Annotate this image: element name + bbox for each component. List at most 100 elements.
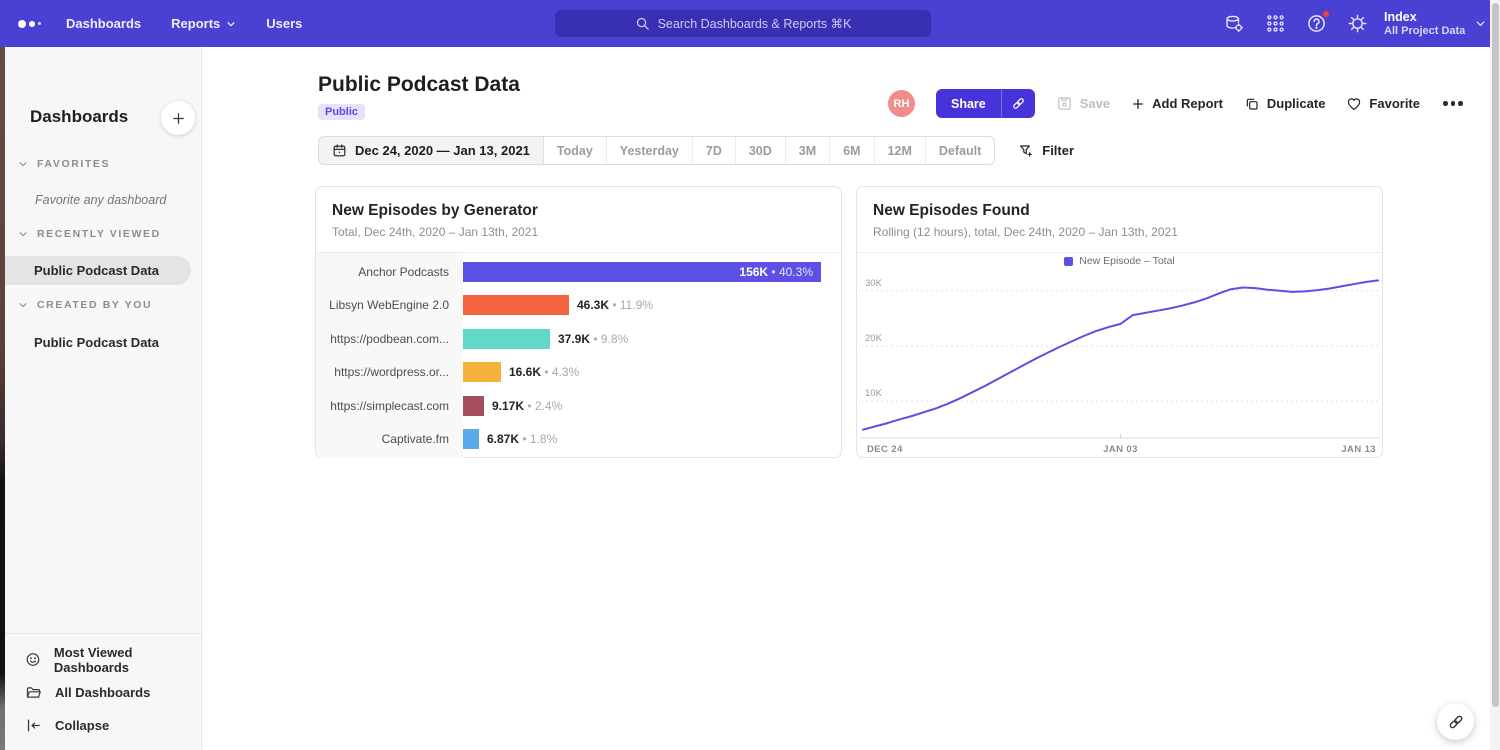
collapse-left-icon: [25, 717, 42, 734]
chevron-down-icon: [18, 159, 28, 169]
bar-chart: Anchor Podcasts 156K • 40.3% Libsyn WebEng…: [316, 253, 841, 458]
folder-icon: [25, 684, 42, 701]
bar-row[interactable]: Captivate.fm 6.87K • 1.8%: [316, 424, 841, 454]
scrollbar-thumb[interactable]: [1492, 3, 1499, 707]
svg-text:30K: 30K: [865, 278, 883, 289]
bar-row[interactable]: https://podbean.com...37.9K • 9.8%: [316, 324, 841, 354]
preset-7d[interactable]: 7D: [693, 137, 736, 164]
bar-track: 6.87K • 1.8%: [463, 429, 841, 449]
bar-track: 16.6K • 4.3%: [463, 362, 841, 382]
search-placeholder: Search Dashboards & Reports ⌘K: [658, 16, 852, 31]
bar-segment[interactable]: [463, 329, 550, 349]
bar-row[interactable]: https://wordpress.or...16.6K • 4.3%: [316, 357, 841, 387]
card-title: New Episodes Found: [873, 202, 1366, 220]
preset-today[interactable]: Today: [544, 137, 607, 164]
add-dashboard-button[interactable]: [161, 101, 195, 135]
card-new-episodes-by-generator: New Episodes by Generator Total, Dec 24t…: [315, 186, 842, 458]
bar-segment[interactable]: [463, 362, 501, 382]
favorite-button[interactable]: Favorite: [1346, 96, 1420, 112]
bar-value-label: 6.87K • 1.8%: [487, 432, 557, 446]
topbar-icons: [1224, 0, 1368, 47]
card-subtitle: Total, Dec 24th, 2020 – Jan 13th, 2021: [332, 225, 825, 239]
project-selector[interactable]: Index All Project Data: [1384, 0, 1486, 47]
visibility-badge: Public: [318, 104, 365, 120]
nav-reports[interactable]: Reports: [171, 16, 236, 31]
bar-value-label: 9.17K • 2.4%: [492, 399, 562, 413]
bar-segment[interactable]: 156K • 40.3%: [463, 262, 821, 282]
mixpanel-logo-icon[interactable]: [18, 0, 41, 47]
more-options-button[interactable]: [1441, 97, 1465, 110]
card-header[interactable]: New Episodes by Generator Total, Dec 24t…: [316, 187, 841, 253]
notification-dot: [1322, 10, 1330, 18]
nav-dashboards[interactable]: Dashboards: [66, 16, 141, 31]
preset-default[interactable]: Default: [926, 137, 994, 164]
page-title: Public Podcast Data: [318, 73, 520, 97]
preset-12m[interactable]: 12M: [875, 137, 926, 164]
bar-category-label: https://podbean.com...: [316, 332, 463, 346]
filter-button[interactable]: Filter: [1018, 143, 1074, 159]
share-button[interactable]: Share: [936, 89, 1001, 118]
bar-track: 9.17K • 2.4%: [463, 396, 841, 416]
section-recently-viewed[interactable]: RECENTLY VIEWED: [18, 228, 161, 240]
scrollbar-track[interactable]: [1490, 0, 1500, 750]
heart-icon: [1346, 96, 1362, 112]
section-created-by-you[interactable]: CREATED BY YOU: [18, 299, 152, 311]
preset-yesterday[interactable]: Yesterday: [607, 137, 693, 164]
bar-value-label: 156K • 40.3%: [739, 265, 813, 279]
add-report-button[interactable]: Add Report: [1131, 96, 1223, 111]
card-header[interactable]: New Episodes Found Rolling (12 hours), t…: [857, 187, 1382, 253]
help-icon[interactable]: [1306, 13, 1327, 34]
bar-segment[interactable]: [463, 429, 479, 449]
copy-share-link-button[interactable]: [1001, 89, 1035, 118]
favorites-empty-hint: Favorite any dashboard: [35, 193, 166, 207]
search-input[interactable]: Search Dashboards & Reports ⌘K: [555, 10, 931, 37]
top-nav: Dashboards Reports Users: [66, 0, 302, 47]
most-viewed-dashboards-button[interactable]: Most Viewed Dashboards: [5, 643, 201, 676]
bar-category-label: Captivate.fm: [316, 432, 463, 446]
preset-30d[interactable]: 30D: [736, 137, 786, 164]
floating-share-link-button[interactable]: [1437, 703, 1474, 740]
link-icon: [1447, 713, 1465, 731]
all-dashboards-button[interactable]: All Dashboards: [5, 676, 201, 709]
save-icon: [1056, 95, 1073, 112]
bar-rows: Anchor Podcasts 156K • 40.3% Libsyn WebEng…: [316, 253, 841, 458]
sidebar-footer: Most Viewed Dashboards All Dashboards Co…: [5, 633, 201, 750]
apps-grid-icon[interactable]: [1265, 13, 1286, 34]
toolbar: Dec 24, 2020 — Jan 13, 2021 Today Yester…: [318, 136, 1074, 165]
date-range-picker[interactable]: Dec 24, 2020 — Jan 13, 2021: [319, 137, 544, 164]
bar-category-label: Anchor Podcasts: [316, 265, 463, 279]
link-icon: [1011, 96, 1026, 111]
bar-row[interactable]: Libsyn WebEngine 2.046.3K • 11.9%: [316, 290, 841, 320]
preset-6m[interactable]: 6M: [830, 137, 874, 164]
line-chart-plot[interactable]: 10K20K30KDEC 24JAN 03JAN 13: [857, 253, 1384, 459]
sidebar-title: Dashboards: [30, 107, 128, 127]
duplicate-icon: [1244, 96, 1260, 112]
save-button[interactable]: Save: [1056, 95, 1110, 112]
chevron-down-icon: [226, 19, 236, 29]
app-root: Dashboards Reports Users Search Dashboar…: [0, 0, 1500, 750]
sidebar: Dashboards FAVORITES Favorite any dashbo…: [5, 47, 202, 750]
sidebar-item-public-podcast-data[interactable]: Public Podcast Data: [5, 256, 191, 285]
duplicate-button[interactable]: Duplicate: [1244, 96, 1326, 112]
funnel-plus-icon: [1018, 143, 1034, 159]
data-management-icon[interactable]: [1224, 13, 1245, 34]
avatar[interactable]: RH: [888, 90, 915, 117]
project-name: Index: [1384, 10, 1465, 25]
sidebar-item-public-podcast-data-created[interactable]: Public Podcast Data: [5, 328, 191, 357]
bar-segment[interactable]: [463, 295, 569, 315]
project-scope: All Project Data: [1384, 25, 1465, 38]
bar-category-label: https://wordpress.or...: [316, 365, 463, 379]
settings-icon[interactable]: [1347, 13, 1368, 34]
preset-3m[interactable]: 3M: [786, 137, 830, 164]
smiley-icon: [25, 651, 41, 668]
bar-segment[interactable]: [463, 396, 484, 416]
card-title: New Episodes by Generator: [332, 202, 825, 220]
collapse-sidebar-button[interactable]: Collapse: [5, 709, 201, 742]
svg-text:10K: 10K: [865, 388, 883, 399]
bar-row[interactable]: https://simplecast.com9.17K • 2.4%: [316, 391, 841, 421]
date-range-control: Dec 24, 2020 — Jan 13, 2021 Today Yester…: [318, 136, 995, 165]
section-favorites[interactable]: FAVORITES: [18, 158, 110, 170]
chevron-down-icon: [18, 300, 28, 310]
nav-users[interactable]: Users: [266, 16, 302, 31]
bar-row[interactable]: Anchor Podcasts 156K • 40.3%: [316, 257, 841, 287]
